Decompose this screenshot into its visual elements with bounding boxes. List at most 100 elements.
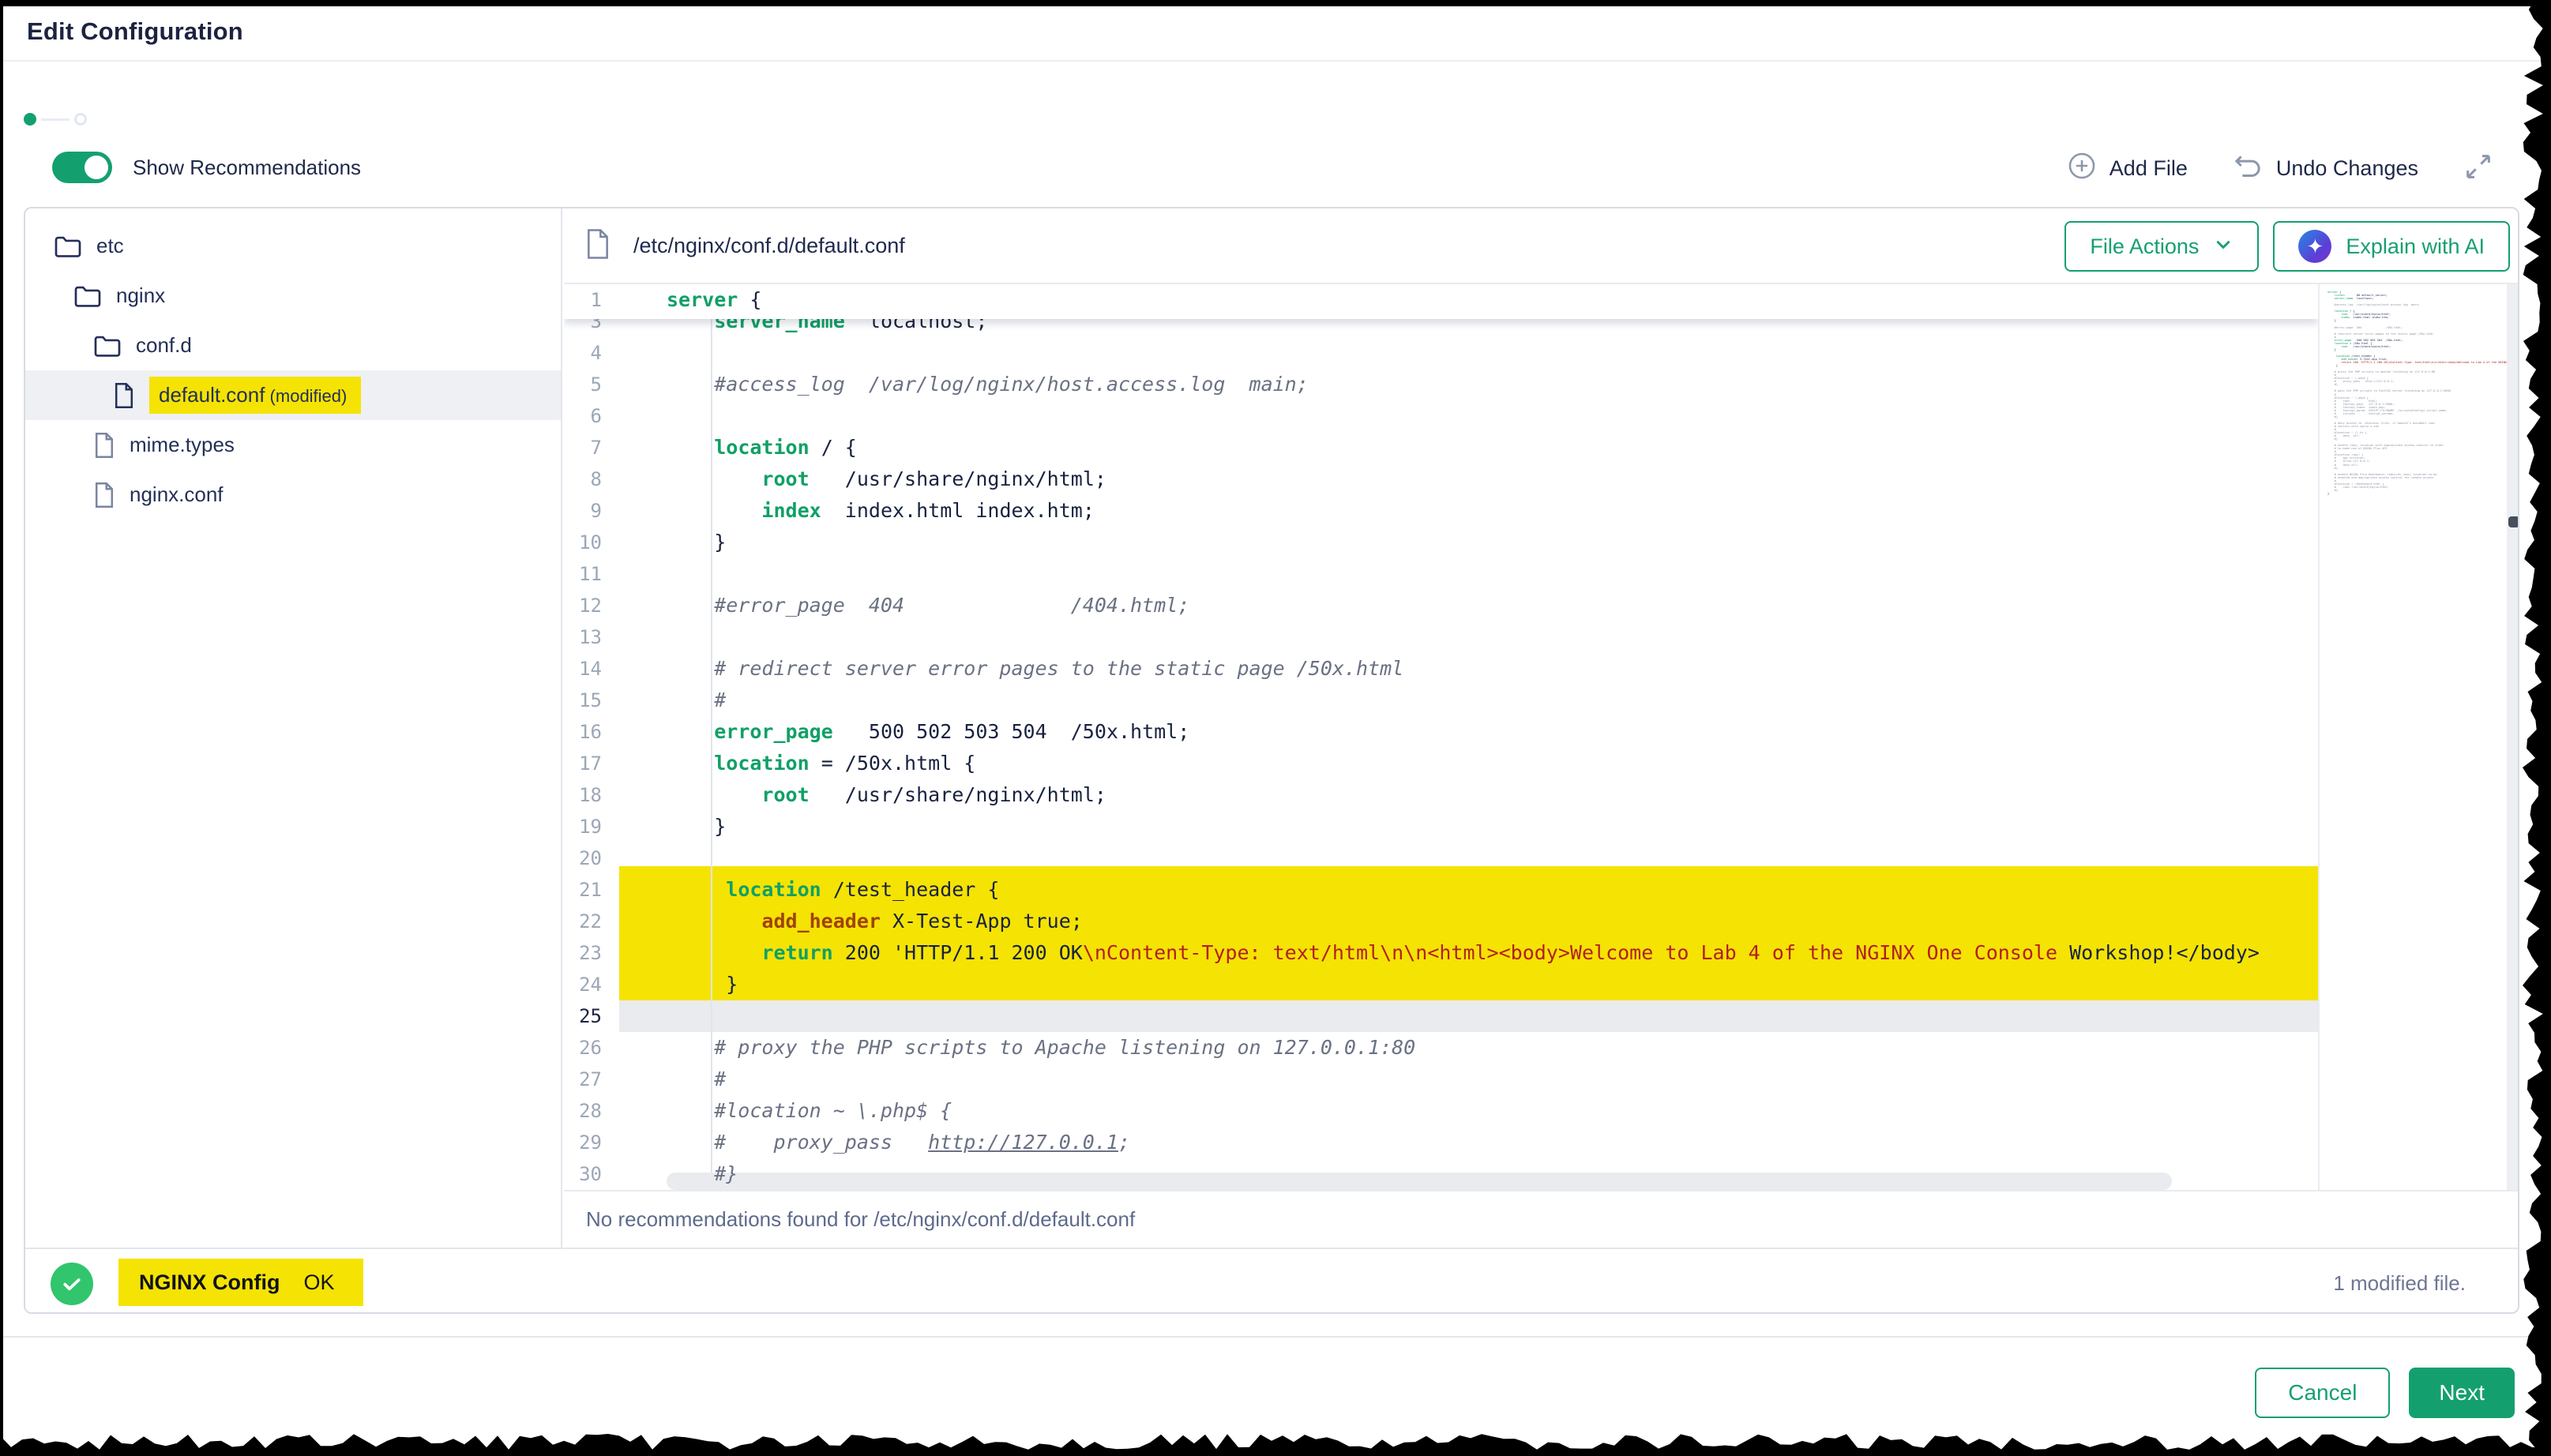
minimap-line: return 200 'HTTP/1.1 200 OK\nContent-Typ… <box>2327 361 2507 364</box>
toggle-knob <box>85 156 108 179</box>
file-icon <box>93 482 115 508</box>
file-path: /etc/nginx/conf.d/default.conf <box>633 234 905 258</box>
stepper <box>24 113 87 126</box>
line-number: 23 <box>564 937 602 969</box>
line-number: 28 <box>564 1095 602 1127</box>
code-line-24[interactable]: 24 } <box>564 969 2318 1000</box>
tree-item-label: mime.types <box>130 433 235 457</box>
step-1-dot[interactable] <box>24 113 36 126</box>
code-text: #error_page 404 /404.html; <box>667 590 1189 621</box>
code-line-30[interactable]: 30 #} <box>564 1158 2318 1190</box>
tree-item-etc[interactable]: etc <box>25 221 561 271</box>
tree-item-label: nginx.conf <box>130 482 224 507</box>
code-text: server { <box>667 284 761 316</box>
vertical-scrollbar-thumb[interactable] <box>2508 516 2519 527</box>
show-recommendations-control[interactable]: Show Recommendations <box>52 152 361 183</box>
code-line-11[interactable]: 11 <box>564 558 2318 590</box>
code-line-15[interactable]: 15 # <box>564 685 2318 716</box>
code-line-16[interactable]: 16 error_page 500 502 503 504 /50x.html; <box>564 716 2318 748</box>
folder-icon <box>93 333 122 358</box>
code-line-7[interactable]: 7 location / { <box>564 432 2318 463</box>
line-number: 5 <box>564 369 602 400</box>
minimap[interactable]: server { listen 80 default_server; serve… <box>2318 284 2507 1190</box>
show-recommendations-label: Show Recommendations <box>133 156 361 180</box>
nginx-config-label: NGINX Config <box>139 1270 280 1295</box>
line-number: 30 <box>564 1158 602 1190</box>
code-text: root /usr/share/nginx/html; <box>667 779 1106 811</box>
code-text: # proxy the PHP scripts to Apache listen… <box>667 1032 1415 1064</box>
minimap-line: } <box>2327 492 2507 495</box>
code-line-1[interactable]: 1server { <box>564 284 761 316</box>
code-editor[interactable]: 3 server_name localhost;45 #access_log /… <box>564 284 2519 1190</box>
code-text: root /usr/share/nginx/html; <box>667 463 1106 495</box>
cancel-button[interactable]: Cancel <box>2255 1368 2390 1418</box>
code-line-17[interactable]: 17 location = /50x.html { <box>564 748 2318 779</box>
code-text: location /test_header { <box>667 874 999 906</box>
code-line-5[interactable]: 5 #access_log /var/log/nginx/host.access… <box>564 369 2318 400</box>
code-line-21[interactable]: 21 location /test_header { <box>564 874 2318 906</box>
tree-item-label: etc <box>96 234 124 258</box>
folder-icon <box>73 283 102 309</box>
code-line-4[interactable]: 4 <box>564 337 2318 369</box>
tree-item-default-conf[interactable]: default.conf (modified) <box>25 370 561 420</box>
code-text: # <box>667 685 726 716</box>
code-line-19[interactable]: 19 } <box>564 811 2318 842</box>
code-line-22[interactable]: 22 add_header X-Test-App true; <box>564 906 2318 937</box>
modified-suffix: (modified) <box>265 386 347 406</box>
line-number: 19 <box>564 811 602 842</box>
folder-icon <box>54 234 82 259</box>
code-text: # <box>667 1064 726 1095</box>
code-line-29[interactable]: 29 # proxy_pass http://127.0.0.1; <box>564 1127 2318 1158</box>
code-line-8[interactable]: 8 root /usr/share/nginx/html; <box>564 463 2318 495</box>
line-number: 29 <box>564 1127 602 1158</box>
nginx-config-status: OK <box>303 1270 334 1295</box>
step-connector <box>41 118 70 121</box>
expand-icon[interactable] <box>2463 151 2494 186</box>
line-number: 10 <box>564 527 602 558</box>
plus-circle-icon <box>2067 151 2097 186</box>
line-number: 7 <box>564 432 602 463</box>
code-line-23[interactable]: 23 return 200 'HTTP/1.1 200 OK\nContent-… <box>564 937 2318 969</box>
line-number: 15 <box>564 685 602 716</box>
step-2-dot[interactable] <box>74 113 87 126</box>
tree-item-nginx-conf[interactable]: nginx.conf <box>25 470 561 520</box>
file-icon <box>113 382 135 409</box>
code-line-20[interactable]: 20 <box>564 842 2318 874</box>
code-line-26[interactable]: 26 # proxy the PHP scripts to Apache lis… <box>564 1032 2318 1064</box>
tree-item-mime-types[interactable]: mime.types <box>25 420 561 470</box>
code-text: location / { <box>667 432 857 463</box>
show-recommendations-toggle[interactable] <box>52 152 112 183</box>
code-line-9[interactable]: 9 index index.html index.htm; <box>564 495 2318 527</box>
line-number: 26 <box>564 1032 602 1064</box>
line-number: 11 <box>564 558 602 590</box>
code-line-18[interactable]: 18 root /usr/share/nginx/html; <box>564 779 2318 811</box>
code-line-28[interactable]: 28 #location ~ \.php$ { <box>564 1095 2318 1127</box>
code-lines: 3 server_name localhost;45 #access_log /… <box>564 306 2318 1190</box>
configuration-panel: etc nginx conf.ddefault.conf (modified) mim… <box>24 207 2519 1314</box>
check-circle-icon <box>51 1263 93 1305</box>
undo-changes-label: Undo Changes <box>2276 156 2418 181</box>
line-number: 27 <box>564 1064 602 1095</box>
chevron-down-icon <box>2213 234 2234 260</box>
add-file-button[interactable]: Add File <box>2067 151 2188 186</box>
tree-item-conf-d[interactable]: conf.d <box>25 321 561 370</box>
explain-ai-button[interactable]: ✦ Explain with AI <box>2273 221 2510 272</box>
code-line-12[interactable]: 12 #error_page 404 /404.html; <box>564 590 2318 621</box>
code-line-27[interactable]: 27 # <box>564 1064 2318 1095</box>
add-file-label: Add File <box>2110 156 2188 181</box>
undo-changes-button[interactable]: Undo Changes <box>2232 150 2418 187</box>
page-title: Edit Configuration <box>27 17 243 46</box>
code-text: } <box>667 811 726 842</box>
tree-item-label: nginx <box>116 283 165 308</box>
code-line-13[interactable]: 13 <box>564 621 2318 653</box>
ai-sparkle-icon: ✦ <box>2298 230 2331 263</box>
code-line-14[interactable]: 14 # redirect server error pages to the … <box>564 653 2318 685</box>
footer-divider <box>3 1336 2551 1338</box>
code-line-10[interactable]: 10 } <box>564 527 2318 558</box>
file-actions-button[interactable]: File Actions <box>2064 221 2259 272</box>
code-line-6[interactable]: 6 <box>564 400 2318 432</box>
next-button[interactable]: Next <box>2409 1368 2515 1418</box>
vertical-scrollbar-track[interactable] <box>2507 284 2519 1190</box>
code-line-25[interactable]: 25 <box>564 1000 2318 1032</box>
tree-item-nginx[interactable]: nginx <box>25 271 561 321</box>
